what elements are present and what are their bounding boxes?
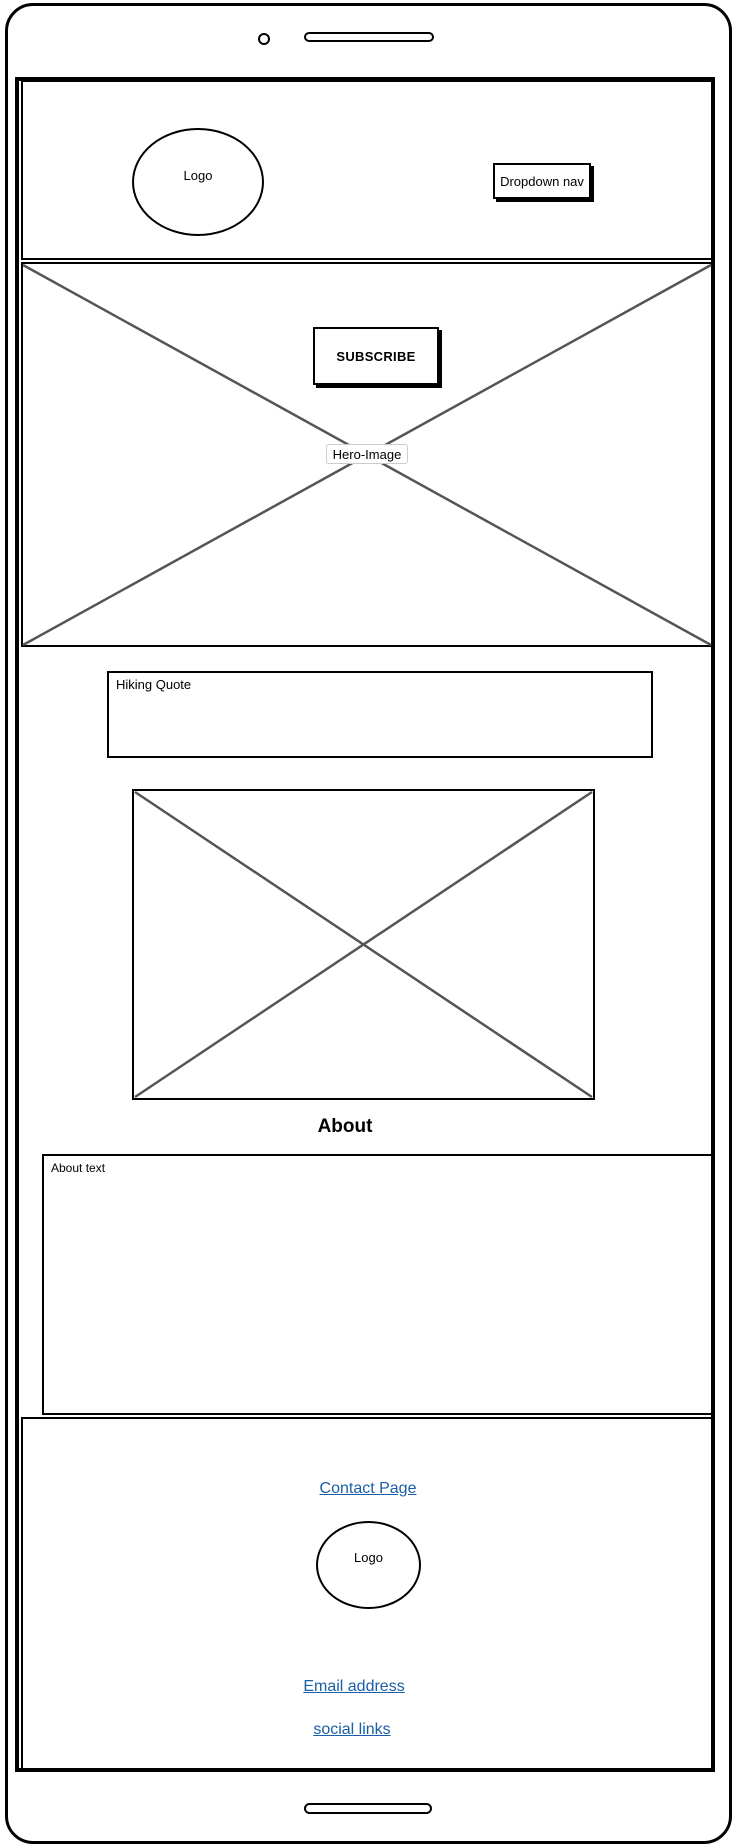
hero-image-label-text: Hero-Image bbox=[332, 446, 402, 462]
image-placeholder bbox=[132, 789, 595, 1100]
about-text-box: About text bbox=[42, 1154, 713, 1415]
hiking-quote-box: Hiking Quote bbox=[107, 671, 653, 758]
footer-logo[interactable]: Logo bbox=[316, 1521, 421, 1609]
contact-page-link[interactable]: Contact Page bbox=[280, 1480, 456, 1502]
about-text-label: About text bbox=[51, 1161, 106, 1175]
email-address-link[interactable]: Email address bbox=[264, 1678, 444, 1700]
hiking-quote-label: Hiking Quote bbox=[116, 677, 192, 692]
hero-image-label: Hero-Image bbox=[326, 444, 408, 464]
about-heading: About bbox=[317, 1116, 373, 1137]
social-links-link[interactable]: social links bbox=[272, 1721, 432, 1743]
subscribe-button[interactable]: SUBSCRIBE bbox=[313, 327, 439, 385]
subscribe-label: SUBSCRIBE bbox=[336, 348, 416, 364]
footer-logo-label: Logo bbox=[354, 1550, 383, 1565]
